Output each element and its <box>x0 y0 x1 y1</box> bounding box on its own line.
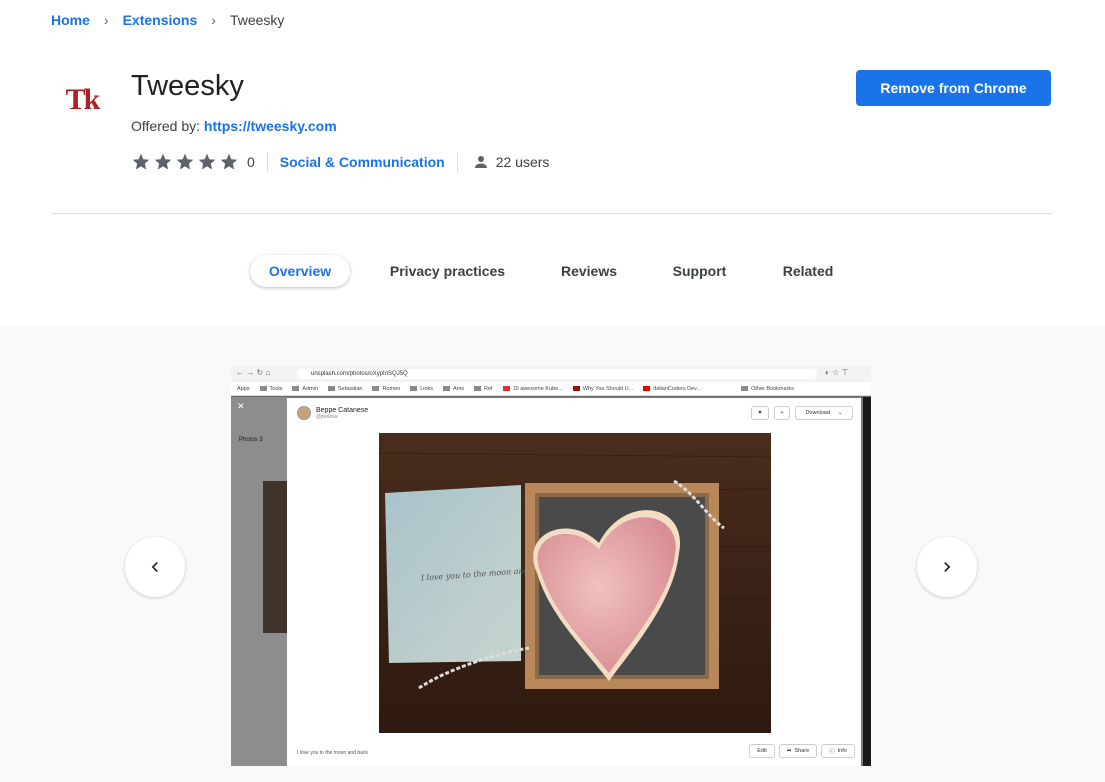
heart-cookie-photo: I love you to the moon and back <box>379 433 771 733</box>
breadcrumb-current: Tweesky <box>229 12 285 28</box>
screenshot-photo: I love you to the moon and back <box>379 433 771 733</box>
bookmark-item: Romeo <box>372 386 400 392</box>
chevron-left-icon <box>151 562 158 572</box>
screenshot-edit-button: Edit <box>749 744 775 758</box>
screenshot-photos-label: Photos 3 <box>239 437 263 443</box>
screenshot-thumbnail <box>263 481 287 633</box>
author-name: Beppe Catanese <box>316 406 369 414</box>
heart-icon: ♥ <box>751 406 769 420</box>
user-icon <box>474 156 487 168</box>
download-button: Download ⌄ <box>795 406 853 420</box>
screenshot-browser-toolbar: ← → ↻ ⌂ unsplash.com/photos/oXypInSQJ5Q … <box>231 366 871 382</box>
tab-reviews[interactable]: Reviews <box>554 255 624 287</box>
tab-privacy-practices[interactable]: Privacy practices <box>385 255 510 287</box>
tab-overview[interactable]: Overview <box>250 255 350 287</box>
tab-bar: Overview Privacy practices Reviews Suppo… <box>0 255 1105 287</box>
screenshot-page: ✕ Photos 3 Beppe Catanese @perlosa ♥ + D… <box>231 397 871 766</box>
header-divider <box>51 213 1051 214</box>
author-handle: @perlosa <box>316 413 338 420</box>
rating-stars[interactable] <box>131 152 239 172</box>
info-icon: ⓘ <box>829 749 835 755</box>
screenshot-gallery: ← → ↻ ⌂ unsplash.com/photos/oXypInSQJ5Q … <box>0 326 1105 782</box>
bookmark-item: Other Bookmarks <box>741 386 794 392</box>
info-label: Info <box>837 748 847 754</box>
extension-logo-text: Tk <box>65 83 101 116</box>
rating-count[interactable]: 0 <box>247 154 255 170</box>
share-icon: ➦ <box>786 748 792 754</box>
tab-support[interactable]: Support <box>667 255 732 287</box>
extension-screenshot: ← → ↻ ⌂ unsplash.com/photos/oXypInSQJ5Q … <box>231 366 871 766</box>
screenshot-author: Beppe Catanese @perlosa <box>297 406 368 420</box>
breadcrumb-extensions-link[interactable]: Extensions <box>123 12 198 28</box>
star-icon <box>154 153 172 170</box>
share-label: Share <box>794 748 810 754</box>
meta-divider <box>266 152 268 172</box>
screenshot-sidebar: ✕ Photos 3 <box>231 397 287 766</box>
breadcrumb-separator-icon: › <box>103 12 109 28</box>
screenshot-info-button: ⓘ Info <box>821 744 855 758</box>
breadcrumb: Home › Extensions › Tweesky <box>51 11 284 29</box>
tab-related[interactable]: Related <box>777 255 839 287</box>
bookmark-item: Ams <box>443 386 464 392</box>
offered-by-label: Offered by: <box>131 118 201 134</box>
star-icon <box>220 153 238 170</box>
bookmark-item: Why You Should U... <box>572 386 633 392</box>
meta-row: 0 Social & Communication 22 users <box>131 151 549 173</box>
bookmark-item: ItalianCoders Dev... <box>643 386 701 392</box>
browser-action-icons: ◐ ☆ ⊤ <box>825 368 849 377</box>
avatar <box>297 406 311 420</box>
extension-logo: Tk <box>58 80 106 120</box>
breadcrumb-home-link[interactable]: Home <box>51 12 90 28</box>
screenshot-share-button: ➦ Share <box>779 744 817 758</box>
bookmark-item: Tools <box>259 386 282 392</box>
meta-divider <box>456 152 458 172</box>
screenshot-caption: I love you to the moon and back <box>297 750 368 756</box>
user-count: 22 users <box>495 154 550 170</box>
plus-icon: + <box>774 406 790 420</box>
screenshot-photo-modal: Beppe Catanese @perlosa ♥ + Download ⌄ I… <box>287 398 861 766</box>
star-icon <box>198 153 216 170</box>
bookmark-item: Sebastian <box>327 386 362 392</box>
extension-title: Tweesky <box>131 70 244 102</box>
screenshot-address-bar: unsplash.com/photos/oXypInSQJ5Q <box>297 369 817 379</box>
category-link[interactable]: Social & Communication <box>280 154 445 170</box>
offered-by: Offered by: https://tweesky.com <box>131 118 337 134</box>
close-icon: ✕ <box>237 401 245 411</box>
screenshot-right-edge <box>863 397 871 766</box>
remove-from-chrome-button[interactable]: Remove from Chrome <box>856 70 1051 106</box>
next-screenshot-button[interactable] <box>917 537 977 597</box>
chevron-down-icon: ⌄ <box>837 410 843 416</box>
screenshot-bookmarks-bar: Apps Tools Admin Sebastian Romeo Links A… <box>231 382 871 396</box>
bookmark-item: Admin <box>292 386 318 392</box>
browser-nav-icons: ← → ↻ ⌂ <box>236 368 271 377</box>
bookmark-item: Ref <box>474 386 493 392</box>
bookmark-item: 10 awesome Kube... <box>502 386 563 392</box>
star-icon <box>132 153 150 170</box>
bookmark-item: Links <box>410 386 433 392</box>
offered-by-link[interactable]: https://tweesky.com <box>204 118 337 134</box>
chevron-right-icon <box>944 562 951 572</box>
star-icon <box>176 153 194 170</box>
bookmark-item: Apps <box>237 385 250 392</box>
download-label: Download <box>805 410 830 416</box>
previous-screenshot-button[interactable] <box>125 537 185 597</box>
breadcrumb-separator-icon: › <box>211 12 216 28</box>
